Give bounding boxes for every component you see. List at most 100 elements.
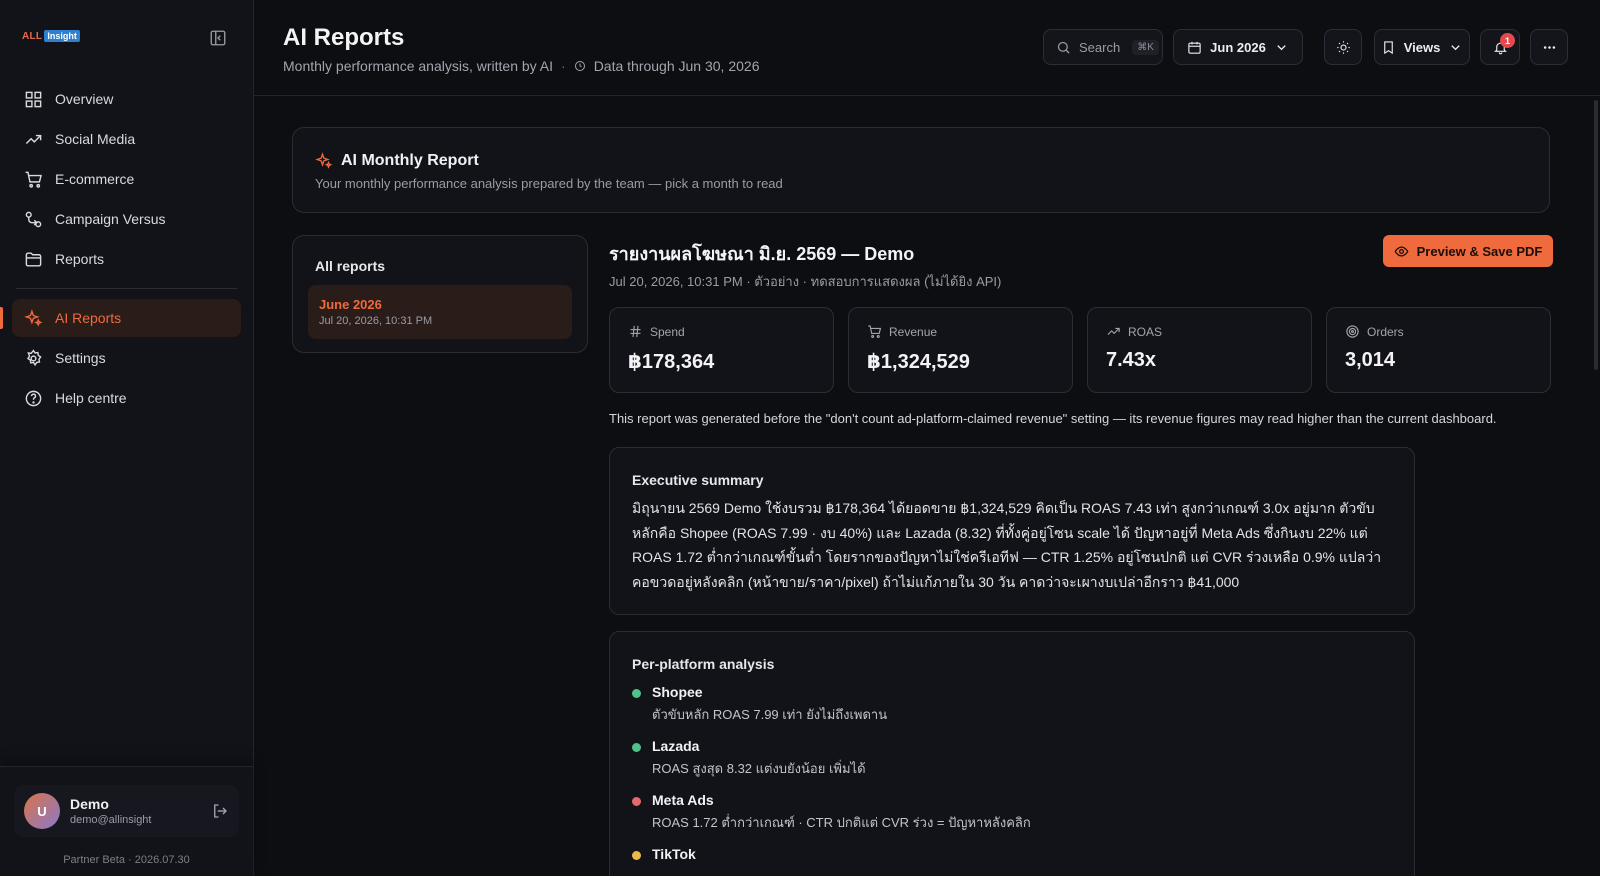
user-card[interactable]: U Demo demo@allinsight — [14, 785, 239, 837]
kpi-value: ฿178,364 — [628, 351, 715, 373]
subtitle-text: Monthly performance analysis, written by… — [283, 58, 554, 74]
sidebar-item-help-centre[interactable]: Help centre — [12, 379, 241, 417]
target-icon — [1346, 325, 1359, 338]
report-note: This report was generated before the "do… — [609, 411, 1497, 426]
sidebar-item-ai-reports[interactable]: AI Reports — [0, 299, 241, 337]
brand-logo[interactable]: ALL Insight — [22, 30, 80, 42]
search-icon — [1057, 41, 1070, 54]
active-indicator — [0, 307, 3, 329]
executive-summary-card: Executive summary มิถุนายน 2569 Demo ใช้… — [609, 447, 1415, 615]
bookmark-icon — [1383, 40, 1393, 54]
list-item: TikTok — [632, 846, 1394, 876]
reports-list-title: All reports — [315, 258, 386, 274]
help-icon — [25, 390, 42, 406]
platform-analysis-title: Per-platform analysis — [632, 656, 775, 672]
platform-name: Shopee — [652, 684, 703, 700]
chevron-down-icon — [1451, 44, 1461, 50]
sidebar-item-label: Campaign Versus — [55, 211, 166, 227]
sidebar-item-label: AI Reports — [55, 310, 122, 326]
clock-icon — [574, 61, 585, 71]
folder-icon — [25, 251, 42, 267]
views-label: Views — [1403, 39, 1441, 55]
trend-icon — [1107, 327, 1120, 336]
search-shortcut: ⌘K — [1132, 39, 1159, 55]
pdf-button-label: Preview & Save PDF — [1416, 243, 1543, 259]
page-subtitle: Monthly performance analysis, written by… — [283, 58, 759, 74]
report-month: June 2026 — [319, 297, 382, 312]
list-item[interactable]: June 2026 Jul 20, 2026, 10:31 PM — [308, 285, 572, 339]
sidebar-collapse-icon[interactable] — [209, 29, 227, 47]
sidebar-item-label: Help centre — [55, 390, 127, 406]
platform-analysis-card: Per-platform analysis Shopee ตัวขับหลัก … — [609, 631, 1415, 876]
brand-part2: Insight — [44, 30, 80, 42]
sun-icon — [1336, 40, 1350, 54]
platform-name: Lazada — [652, 738, 700, 754]
topbar: AI Reports Monthly performance analysis,… — [254, 0, 1600, 96]
main-content: AI Reports Monthly performance analysis,… — [254, 0, 1600, 876]
eye-icon — [1394, 245, 1409, 257]
platform-desc: ROAS สูงสุด 8.32 แต่งบยังน้อย เพิ่มได้ — [652, 761, 866, 776]
kpi-orders: Orders 3,014 — [1326, 307, 1551, 393]
date-picker-button[interactable]: Jun 2026 — [1173, 29, 1303, 65]
status-dot — [632, 743, 641, 752]
platform-desc: ROAS 1.72 ต่ำกว่าเกณฑ์ · CTR ปกติแต่ CVR… — [652, 815, 1031, 830]
kpi-label: Spend — [650, 324, 685, 339]
sidebar-item-settings[interactable]: Settings — [12, 339, 241, 377]
sidebar-item-label: Reports — [55, 251, 105, 267]
reports-list-panel: All reports June 2026 Jul 20, 2026, 10:3… — [292, 235, 588, 353]
sidebar-divider — [16, 288, 237, 289]
theme-toggle-button[interactable] — [1324, 29, 1362, 65]
platform-list: Shopee ตัวขับหลัก ROAS 7.99 เท่า ยังไม่ถ… — [632, 684, 1394, 876]
scrollbar[interactable] — [1594, 100, 1598, 370]
sidebar-item-reports[interactable]: Reports — [12, 240, 241, 278]
date-label: Jun 2026 — [1210, 39, 1266, 55]
more-horizontal-icon — [1543, 45, 1555, 49]
version-label: Partner Beta · 2026.07.30 — [63, 854, 190, 866]
subtitle-separator: · — [561, 58, 566, 74]
more-menu-button[interactable] — [1530, 29, 1568, 65]
chevron-down-icon — [1277, 44, 1286, 50]
views-button[interactable]: Views — [1374, 29, 1470, 65]
kpi-value: 7.43x — [1106, 349, 1157, 371]
sparkle-icon — [24, 308, 43, 327]
sidebar-item-e-commerce[interactable]: E-commerce — [12, 160, 241, 198]
notifications-button[interactable]: 1 — [1480, 29, 1520, 65]
report-meta: Jul 20, 2026, 10:31 PM · ตัวอย่าง · ทดสอ… — [609, 274, 1002, 289]
logout-icon[interactable] — [211, 802, 229, 820]
notification-badge: 1 — [1500, 33, 1515, 48]
sidebar-item-social-media[interactable]: Social Media — [12, 120, 241, 158]
preview-save-pdf-button[interactable]: Preview & Save PDF — [1383, 235, 1553, 267]
status-dot — [632, 851, 641, 860]
sidebar-nav: Overview Social Media E-commerce Campaig… — [0, 80, 241, 419]
platform-desc: ตัวขับหลัก ROAS 7.99 เท่า ยังไม่ถึงเพดาน — [652, 707, 888, 722]
executive-summary-body: มิถุนายน 2569 Demo ใช้งบรวม ฿178,364 ได้… — [632, 500, 1382, 590]
hero-card: AI Monthly Report Your monthly performan… — [292, 127, 1550, 213]
sidebar-item-campaign-versus[interactable]: Campaign Versus — [12, 200, 241, 238]
gear-icon — [26, 348, 42, 366]
grid-icon — [25, 91, 42, 107]
page-title: AI Reports — [283, 24, 405, 51]
executive-summary-title: Executive summary — [632, 472, 764, 488]
platform-name: Meta Ads — [652, 792, 714, 808]
list-item: Meta Ads ROAS 1.72 ต่ำกว่าเกณฑ์ · CTR ปก… — [632, 792, 1394, 846]
versus-icon — [25, 211, 42, 227]
kpi-spend: Spend ฿178,364 — [609, 307, 834, 393]
avatar: U — [24, 793, 60, 829]
search-button[interactable]: Search ⌘K — [1043, 29, 1163, 65]
sidebar-footer: U Demo demo@allinsight Partner Beta · 20… — [0, 766, 253, 876]
cart-icon — [25, 171, 42, 188]
user-email: demo@allinsight — [70, 814, 152, 826]
hero-subtitle: Your monthly performance analysis prepar… — [315, 176, 783, 191]
sidebar-item-overview[interactable]: Overview — [12, 80, 241, 118]
user-name: Demo — [70, 796, 109, 812]
calendar-icon — [1188, 41, 1201, 54]
kpi-value: 3,014 — [1345, 349, 1396, 371]
platform-name: TikTok — [652, 846, 696, 862]
kpi-label: ROAS — [1128, 324, 1163, 339]
sidebar-item-label: Social Media — [55, 131, 136, 147]
brand-part1: ALL — [22, 30, 43, 42]
trend-icon — [25, 134, 42, 144]
kpi-revenue: Revenue ฿1,324,529 — [848, 307, 1073, 393]
cart-icon — [868, 325, 882, 338]
kpi-label: Orders — [1367, 324, 1404, 339]
